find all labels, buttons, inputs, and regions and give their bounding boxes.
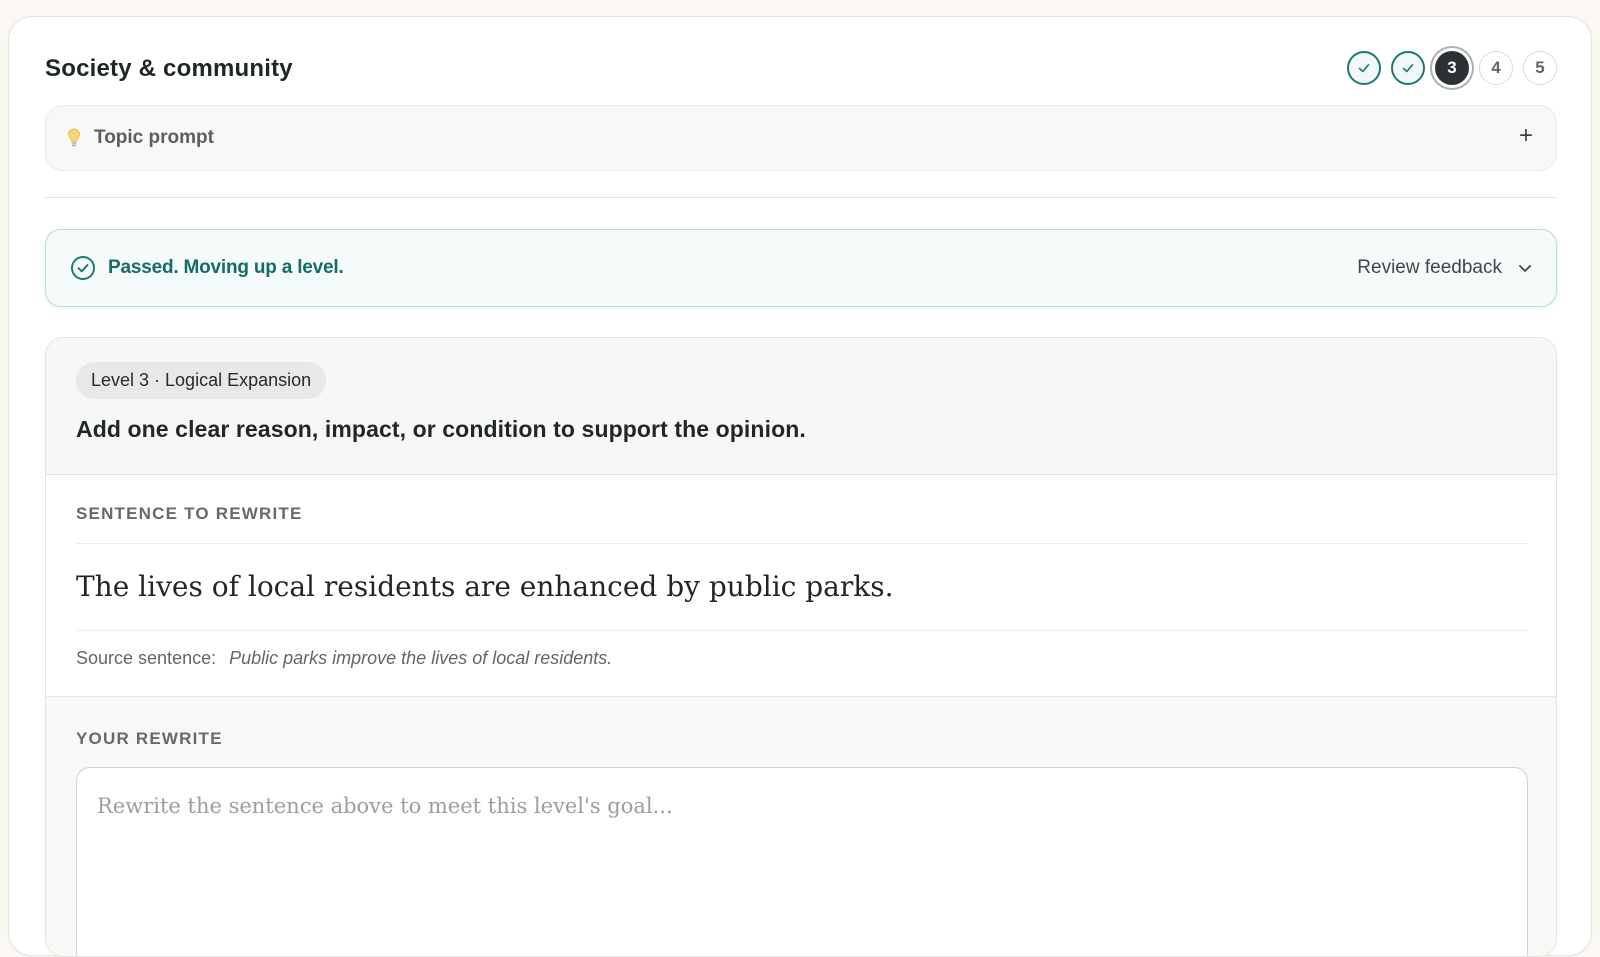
rewrite-input[interactable]: [76, 767, 1528, 956]
source-sentence-label: Source sentence:: [76, 648, 217, 668]
section-divider: [45, 197, 1557, 198]
source-sentence-text: Public parks improve the lives of local …: [229, 648, 613, 668]
expand-toggle-plus-icon[interactable]: +: [1514, 122, 1538, 150]
level-panel: Level 3 · Logical Expansion Add one clea…: [45, 337, 1557, 957]
step-1-completed[interactable]: [1347, 51, 1381, 85]
divider: [76, 543, 1528, 544]
level-stepper: 3 4 5: [1347, 51, 1557, 85]
check-circle-icon: [70, 255, 96, 286]
review-feedback-button[interactable]: Review feedback: [1357, 252, 1534, 284]
topic-prompt-accordion[interactable]: Topic prompt +: [45, 105, 1557, 171]
source-sentence: Source sentence: Public parks improve th…: [76, 648, 612, 669]
target-sentence: The lives of local residents are enhance…: [76, 570, 894, 603]
divider: [76, 630, 1528, 631]
step-2-completed[interactable]: [1391, 51, 1425, 85]
level-header: Level 3 · Logical Expansion Add one clea…: [46, 338, 1556, 475]
lightbulb-icon: [66, 127, 82, 154]
status-message: Passed. Moving up a level.: [108, 257, 344, 278]
review-feedback-label: Review feedback: [1357, 257, 1502, 278]
chevron-down-icon: [1519, 265, 1531, 272]
step-4[interactable]: 4: [1479, 51, 1513, 85]
status-banner: Passed. Moving up a level. Review feedba…: [45, 229, 1557, 307]
level-badge: Level 3 · Logical Expansion: [76, 362, 327, 399]
exercise-card: Society & community 3 4 5 Topic prompt +: [8, 16, 1592, 957]
check-icon: [1358, 64, 1370, 73]
sentence-to-rewrite-label: SENTENCE TO REWRITE: [76, 504, 303, 523]
level-goal: Add one clear reason, impact, or conditi…: [76, 416, 806, 442]
check-icon: [1402, 64, 1414, 73]
step-3-current[interactable]: 3: [1435, 51, 1469, 85]
step-5[interactable]: 5: [1523, 51, 1557, 85]
page-title: Society & community: [45, 55, 293, 82]
your-rewrite-label: YOUR REWRITE: [76, 729, 223, 748]
topic-prompt-label: Topic prompt: [94, 127, 214, 148]
rewrite-section: YOUR REWRITE: [46, 696, 1556, 956]
